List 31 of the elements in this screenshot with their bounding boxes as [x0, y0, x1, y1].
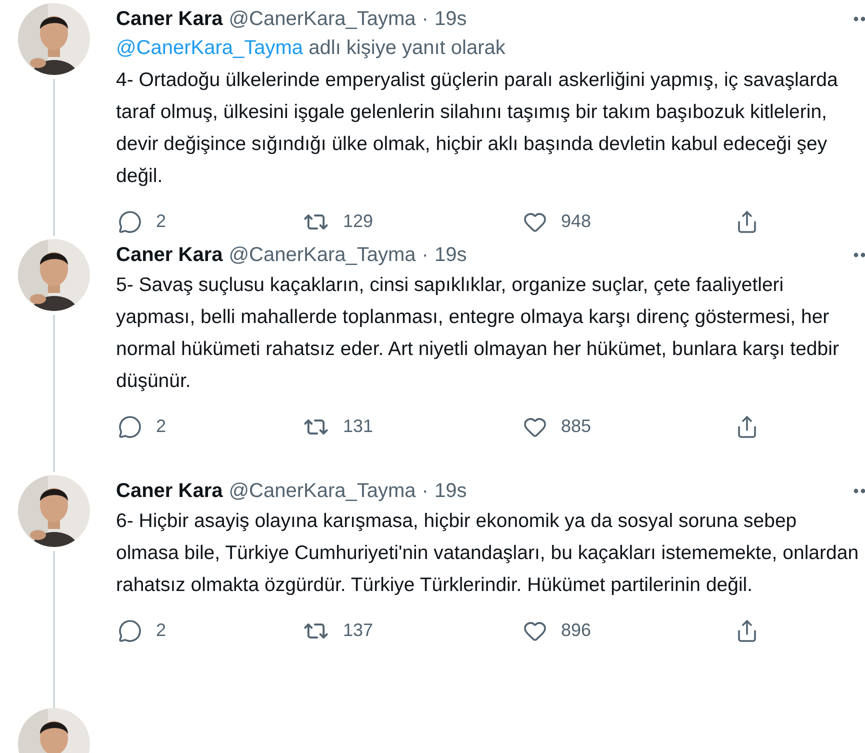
tweet-time[interactable]: 19s — [434, 242, 467, 268]
reply-icon[interactable] — [118, 210, 142, 234]
share-icon[interactable] — [735, 210, 759, 234]
author-handle: @CanerKara_Tayma — [228, 7, 416, 32]
tweet-time[interactable]: 19s — [434, 478, 467, 504]
action-count: 131 — [343, 415, 374, 438]
author-handle: @CanerKara_Tayma — [228, 479, 416, 504]
action-count: 885 — [561, 415, 592, 438]
action-count: 129 — [343, 210, 374, 233]
tweet-text: 6- Hiçbir asayiş olayına karışmasa, hiçbir ekonomik ya da sosyal soruna sebep olmasa bile, Türkiye Cumhuriyeti'nin vatandaşları, bu kaçakları istememekte, onlardan rahatsız olmakta özgürdür. Türkiye Türklerindir. Hükümet partilerinin değil. — [116, 509, 860, 598]
author-handle: @CanerKara_Tayma — [228, 243, 416, 268]
reply-icon[interactable] — [118, 414, 142, 438]
action-count: 896 — [561, 619, 592, 642]
action-count: 2 — [156, 210, 166, 233]
share-icon[interactable] — [735, 414, 759, 438]
reply-icon[interactable] — [118, 618, 142, 642]
tweet-text: 5- Savaş suçlusu kaçakların, cinsi sapıklıklar, organize suçlar, çete faaliyetleri yapması, belli mahallerde toplanması, entegre olmaya karşı direnç göstermesi, her normal hükümeti rahatsız eder. Art niyetli olmayan her hükümet, bunlara karşı tedbir düşünür. — [116, 273, 840, 394]
action-count: 2 — [156, 415, 166, 438]
reply-context: adlı kişiye yanıt olarak — [308, 37, 506, 59]
action-count: 137 — [343, 619, 374, 642]
separator: · — [422, 7, 428, 32]
tweet-time[interactable]: 19s — [434, 6, 467, 32]
action-count: 2 — [156, 619, 166, 642]
tweet-text: 4- Ortadoğu ülkelerinde emperyalist güçlerin paralı askerliğini yapmış, iç savaşlarda taraf olmuş, ülkesini işgale gelenlerin silahını taşımış bir takım başıbozuk kitlelerin, devir değişince sığındığı ülke olmak, hiçbir aklı başında devletin kabul edeceği şey değil. — [116, 68, 839, 189]
author-name[interactable]: Caner Kara — [116, 478, 223, 504]
separator: · — [422, 243, 428, 268]
author-name[interactable]: Caner Kara — [116, 242, 223, 268]
separator: · — [422, 479, 428, 504]
action-count: 948 — [561, 210, 592, 233]
share-icon[interactable] — [735, 618, 759, 642]
author-name[interactable]: Caner Kara — [116, 6, 223, 32]
